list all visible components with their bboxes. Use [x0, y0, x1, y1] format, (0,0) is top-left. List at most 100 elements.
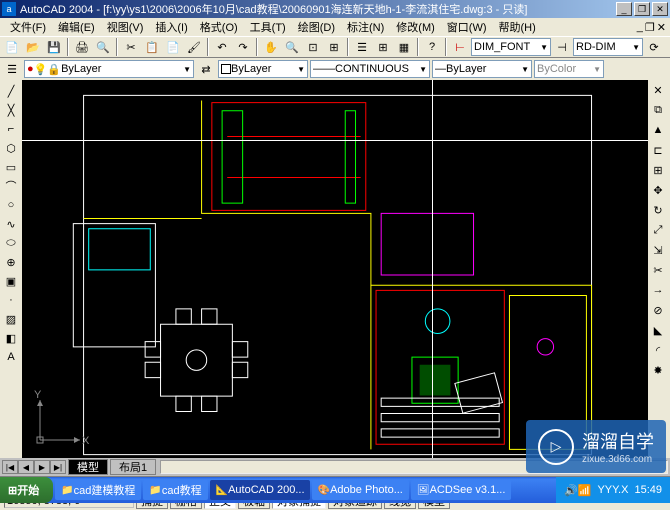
- restore-button[interactable]: ❐: [634, 2, 650, 16]
- chevron-down-icon: ▼: [593, 65, 601, 74]
- properties-icon[interactable]: ☰: [352, 37, 372, 57]
- rectangle-icon[interactable]: ▭: [2, 158, 20, 176]
- layer-prev-icon[interactable]: ⇄: [196, 59, 216, 79]
- offset-icon[interactable]: ⊏: [648, 140, 668, 160]
- match-icon[interactable]: 🖌: [184, 37, 204, 57]
- plotstyle-dropdown[interactable]: ByColor ▼: [534, 60, 604, 78]
- copy-icon[interactable]: 📋: [142, 37, 162, 57]
- taskbar-item[interactable]: 🎨Adobe Photo...: [312, 480, 409, 500]
- dimstyle-dropdown[interactable]: DIM_FONT ▼: [471, 38, 551, 56]
- close-button[interactable]: ✕: [652, 2, 668, 16]
- trim-icon[interactable]: ✂: [648, 260, 668, 280]
- design-center-icon[interactable]: ⊞: [373, 37, 393, 57]
- layer-manager-icon[interactable]: ☰: [2, 59, 22, 79]
- rotate-icon[interactable]: ↻: [648, 200, 668, 220]
- menu-view[interactable]: 视图(V): [101, 19, 150, 35]
- hatch-icon[interactable]: ▨: [2, 310, 20, 328]
- start-icon: ⊞: [8, 484, 17, 497]
- watermark: ▷ 溜溜自学 zixue.3d66.com: [526, 420, 666, 473]
- scale-icon[interactable]: ⤢: [648, 220, 668, 240]
- menu-window[interactable]: 窗口(W): [441, 19, 493, 35]
- tab-last-icon[interactable]: ▶|: [50, 460, 66, 474]
- system-tray[interactable]: 🔊📶 YYY.X 15:49: [556, 477, 670, 503]
- taskbar-item[interactable]: 📁cad建模教程: [55, 480, 141, 500]
- menu-dimension[interactable]: 标注(N): [341, 19, 390, 35]
- play-icon: ▷: [538, 429, 574, 465]
- menu-insert[interactable]: 插入(I): [149, 19, 193, 35]
- undo-icon[interactable]: ↶: [212, 37, 232, 57]
- mirror-icon[interactable]: ▲: [648, 120, 668, 140]
- point-icon[interactable]: ·: [2, 291, 20, 309]
- menu-help[interactable]: 帮助(H): [493, 19, 542, 35]
- tab-first-icon[interactable]: |◀: [2, 460, 18, 474]
- xline-icon[interactable]: ╳: [2, 101, 20, 119]
- open-icon[interactable]: 📂: [23, 37, 43, 57]
- minimize-button[interactable]: _: [616, 2, 632, 16]
- move-icon[interactable]: ✥: [648, 180, 668, 200]
- line-icon[interactable]: ╱: [2, 82, 20, 100]
- region-icon[interactable]: ◧: [2, 329, 20, 347]
- pline-icon[interactable]: ⌐: [2, 120, 20, 138]
- dim-icon[interactable]: ⊢: [450, 37, 470, 57]
- color-dropdown[interactable]: ByLayer ▼: [218, 60, 308, 78]
- tray-icons: 🔊📶: [564, 484, 591, 497]
- tab-layout1[interactable]: 布局1: [110, 459, 156, 475]
- save-icon[interactable]: 💾: [44, 37, 64, 57]
- zoom-window-icon[interactable]: ⊡: [303, 37, 323, 57]
- dim-update-icon[interactable]: ⟳: [644, 37, 664, 57]
- copy-obj-icon[interactable]: ⧉: [648, 100, 668, 120]
- windows-taskbar: ⊞ 开始 📁cad建模教程 📁cad教程 📐AutoCAD 200... 🎨Ad…: [0, 477, 670, 503]
- taskbar-item-active[interactable]: 📐AutoCAD 200...: [210, 480, 310, 500]
- layer-dropdown[interactable]: ●💡🔒 ByLayer ▼: [24, 60, 194, 78]
- polygon-icon[interactable]: ⬡: [2, 139, 20, 157]
- explode-icon[interactable]: ✸: [648, 360, 668, 380]
- app-icon: a: [2, 2, 16, 16]
- preview-icon[interactable]: 🔍: [93, 37, 113, 57]
- insert-icon[interactable]: ⊕: [2, 253, 20, 271]
- doc-minimize-button[interactable]: _: [637, 21, 643, 34]
- block-icon[interactable]: ▣: [2, 272, 20, 290]
- help-icon[interactable]: ?: [422, 37, 442, 57]
- spline-icon[interactable]: ∿: [2, 215, 20, 233]
- tool-palette-icon[interactable]: ▦: [394, 37, 414, 57]
- text-icon[interactable]: A: [2, 348, 20, 366]
- taskbar-item[interactable]: 📁cad教程: [143, 480, 207, 500]
- fillet-icon[interactable]: ◜: [648, 340, 668, 360]
- menu-draw[interactable]: 绘图(D): [292, 19, 341, 35]
- zoom-prev-icon[interactable]: ⊞: [324, 37, 344, 57]
- menu-edit[interactable]: 编辑(E): [52, 19, 101, 35]
- tab-next-icon[interactable]: ▶: [34, 460, 50, 474]
- break-icon[interactable]: ⊘: [648, 300, 668, 320]
- tab-prev-icon[interactable]: ◀: [18, 460, 34, 474]
- start-button[interactable]: ⊞ 开始: [0, 477, 53, 503]
- doc-restore-button[interactable]: ❐: [645, 21, 655, 34]
- circle-icon[interactable]: ○: [2, 196, 20, 214]
- chamfer-icon[interactable]: ◣: [648, 320, 668, 340]
- zoom-icon[interactable]: 🔍: [282, 37, 302, 57]
- menu-format[interactable]: 格式(O): [194, 19, 244, 35]
- extend-icon[interactable]: →: [648, 280, 668, 300]
- redo-icon[interactable]: ↷: [233, 37, 253, 57]
- arc-icon[interactable]: ⌒: [2, 177, 20, 195]
- stretch-icon[interactable]: ⇲: [648, 240, 668, 260]
- erase-icon[interactable]: ✕: [648, 80, 668, 100]
- linetype-dropdown[interactable]: —— CONTINUOUS ▼: [310, 60, 430, 78]
- ellipse-icon[interactable]: ⬭: [2, 234, 20, 252]
- cut-icon[interactable]: ✂: [121, 37, 141, 57]
- menu-tools[interactable]: 工具(T): [244, 19, 292, 35]
- menu-file[interactable]: 文件(F): [4, 19, 52, 35]
- array-icon[interactable]: ⊞: [648, 160, 668, 180]
- taskbar-item[interactable]: 🖼ACDSee v3.1...: [411, 480, 511, 500]
- menu-modify[interactable]: 修改(M): [390, 19, 441, 35]
- pan-icon[interactable]: ✋: [261, 37, 281, 57]
- drawing-canvas[interactable]: X Y: [22, 80, 648, 458]
- print-icon[interactable]: 🖨: [72, 37, 92, 57]
- dimtool-dropdown[interactable]: RD-DIM ▼: [573, 38, 643, 56]
- doc-close-button[interactable]: ✕: [657, 21, 666, 34]
- lineweight-dropdown[interactable]: — ByLayer ▼: [432, 60, 532, 78]
- dim-linear-icon[interactable]: ⊣: [552, 37, 572, 57]
- paste-icon[interactable]: 📄: [163, 37, 183, 57]
- tab-model[interactable]: 模型: [68, 459, 108, 475]
- new-icon[interactable]: 📄: [2, 37, 22, 57]
- chevron-down-icon: ▼: [297, 65, 305, 74]
